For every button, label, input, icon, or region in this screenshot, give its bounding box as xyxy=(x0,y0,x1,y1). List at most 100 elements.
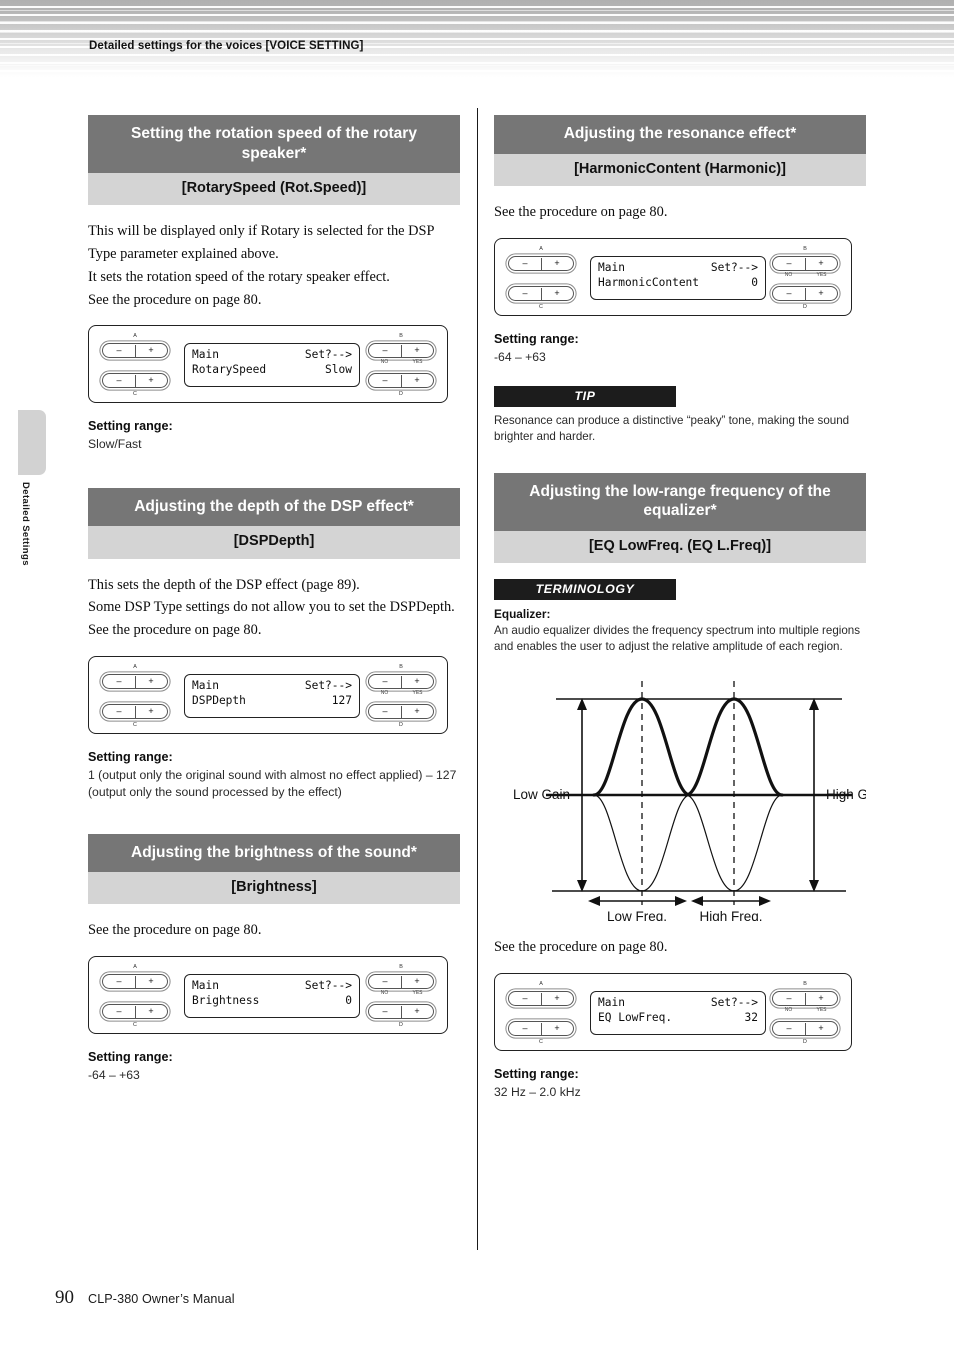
minus-icon: – xyxy=(116,345,122,356)
minus-icon: – xyxy=(116,705,122,716)
eq-high-freq-arrow-head-right xyxy=(759,896,771,907)
button-label-no: NO xyxy=(784,271,793,278)
lcd-line2-left: EQ LowFreq. xyxy=(598,1010,673,1024)
minus-icon: – xyxy=(786,287,792,298)
button-group-a-c: A – + – + C xyxy=(100,664,170,728)
section-body: See the procedure on page 80. xyxy=(88,922,262,939)
setting-range-value: Slow/Fast xyxy=(88,437,142,452)
button-c[interactable]: – + xyxy=(102,373,168,389)
lcd-line-2: EQ LowFreq. 32 xyxy=(598,1011,758,1026)
minus-icon: – xyxy=(116,675,122,686)
lcd-line-1: Main Set?--> xyxy=(598,996,758,1011)
button-d[interactable]: – + xyxy=(368,1004,434,1020)
button-b[interactable]: – + xyxy=(368,343,434,359)
lcd-line1-right: Set?--> xyxy=(710,260,758,274)
button-a[interactable]: – + xyxy=(102,343,168,359)
no-yes-labels: NO YES xyxy=(368,359,434,367)
side-tab-marker xyxy=(18,410,46,475)
tip-banner-label: TIP xyxy=(494,385,676,407)
lcd-line-2: HarmonicContent 0 xyxy=(598,276,758,291)
plus-icon: + xyxy=(148,705,154,716)
button-label-d: D xyxy=(803,303,807,310)
button-d[interactable]: – + xyxy=(368,703,434,719)
button-label-d: D xyxy=(399,721,403,728)
button-a[interactable]: – + xyxy=(102,974,168,990)
button-label-b: B xyxy=(803,245,807,252)
lcd-screen: Main Set?--> RotarySpeed Slow xyxy=(184,343,360,388)
button-b[interactable]: – + xyxy=(772,991,838,1007)
button-group-b-d: B – + NO YES – + D xyxy=(366,664,436,728)
no-yes-labels: NO YES xyxy=(368,990,434,998)
button-label-b: B xyxy=(399,663,403,670)
tip-text: Resonance can produce a distinctive “pea… xyxy=(494,413,850,443)
button-label-no: NO xyxy=(784,1007,793,1014)
section-title: Adjusting the depth of the DSP effect* xyxy=(88,487,460,527)
column-divider xyxy=(477,108,478,1250)
button-label-c: C xyxy=(133,1022,137,1029)
button-group-a-c: A – + – + C xyxy=(100,333,170,397)
section-brightness: Adjusting the brightness of the sound* [… xyxy=(88,833,460,1085)
section-subtitle: [HarmonicContent (Harmonic)] xyxy=(494,153,866,186)
minus-icon: – xyxy=(786,993,792,1004)
minus-icon: – xyxy=(382,1006,388,1017)
button-label-d: D xyxy=(399,391,403,398)
section-subtitle: [EQ LowFreq. (EQ L.Freq)] xyxy=(494,530,866,564)
section-body: See the procedure on page 80. xyxy=(494,203,668,220)
setting-range-value: 32 Hz – 2.0 kHz xyxy=(494,1085,581,1100)
lcd-line-1: Main Set?--> xyxy=(192,348,352,363)
setting-range-value: -64 – +63 xyxy=(88,1068,140,1083)
section-eq-lowfreq: Adjusting the low-range frequency of the… xyxy=(494,472,886,1101)
right-column: Adjusting the resonance effect* [Harmoni… xyxy=(494,115,886,1101)
lcd-line1-right: Set?--> xyxy=(304,348,352,362)
button-b[interactable]: – + xyxy=(368,974,434,990)
minus-icon: – xyxy=(116,375,122,386)
lcd-line2-left: RotarySpeed xyxy=(192,363,267,377)
lcd-line-2: Brightness 0 xyxy=(192,994,352,1009)
button-c[interactable]: – + xyxy=(102,703,168,719)
button-b[interactable]: – + xyxy=(368,673,434,689)
button-a[interactable]: – + xyxy=(102,673,168,689)
button-label-no: NO xyxy=(380,990,389,997)
button-c[interactable]: – + xyxy=(508,1021,574,1037)
button-label-yes: YES xyxy=(816,1007,827,1014)
tip-callout: TIP Resonance can produce a distinctive … xyxy=(494,385,866,445)
button-c[interactable]: – + xyxy=(102,1004,168,1020)
lcd-line-2: DSPDepth 127 xyxy=(192,694,352,709)
minus-icon: – xyxy=(382,976,388,987)
button-a[interactable]: – + xyxy=(508,991,574,1007)
section-body: This sets the depth of the DSP effect (p… xyxy=(88,576,455,639)
eq-low-gain-label: Low Gain xyxy=(513,787,570,802)
button-d[interactable]: – + xyxy=(368,373,434,389)
button-label-yes: YES xyxy=(412,359,423,366)
button-label-c: C xyxy=(539,303,543,310)
button-d[interactable]: – + xyxy=(772,285,838,301)
plus-icon: + xyxy=(554,993,560,1004)
eq-low-freq-label: Low Freq. xyxy=(607,909,667,921)
lcd-screen: Main Set?--> DSPDepth 127 xyxy=(184,673,360,718)
eq-low-cut-curve xyxy=(593,794,691,892)
button-b[interactable]: – + xyxy=(772,255,838,271)
lcd-line1-left: Main xyxy=(598,260,625,274)
plus-icon: + xyxy=(554,257,560,268)
button-a[interactable]: – + xyxy=(508,255,574,271)
left-column: Setting the rotation speed of the rotary… xyxy=(88,115,460,1085)
terminology-text: An audio equalizer divides the frequency… xyxy=(494,624,861,654)
button-label-a: A xyxy=(133,663,137,670)
section-title: Setting the rotation speed of the rotary… xyxy=(88,115,460,174)
section-subtitle: [Brightness] xyxy=(88,872,460,905)
button-c[interactable]: – + xyxy=(508,285,574,301)
minus-icon: – xyxy=(522,1023,528,1034)
plus-icon: + xyxy=(148,976,154,987)
plus-icon: + xyxy=(414,976,420,987)
lcd-line1-right: Set?--> xyxy=(710,996,758,1010)
lcd-panel-illustration: A – + – + C Main S xyxy=(88,956,448,1035)
section-rotary-speed: Setting the rotation speed of the rotary… xyxy=(88,115,460,454)
button-label-d: D xyxy=(399,1022,403,1029)
no-yes-labels: NO YES xyxy=(772,272,838,280)
button-d[interactable]: – + xyxy=(772,1021,838,1037)
side-tab-label: Detailed Settings xyxy=(20,482,31,566)
setting-range-label: Setting range: xyxy=(88,1050,173,1065)
section-harmonic-content: Adjusting the resonance effect* [Harmoni… xyxy=(494,115,866,445)
page-number: 90 xyxy=(55,1287,74,1308)
plus-icon: + xyxy=(818,257,824,268)
